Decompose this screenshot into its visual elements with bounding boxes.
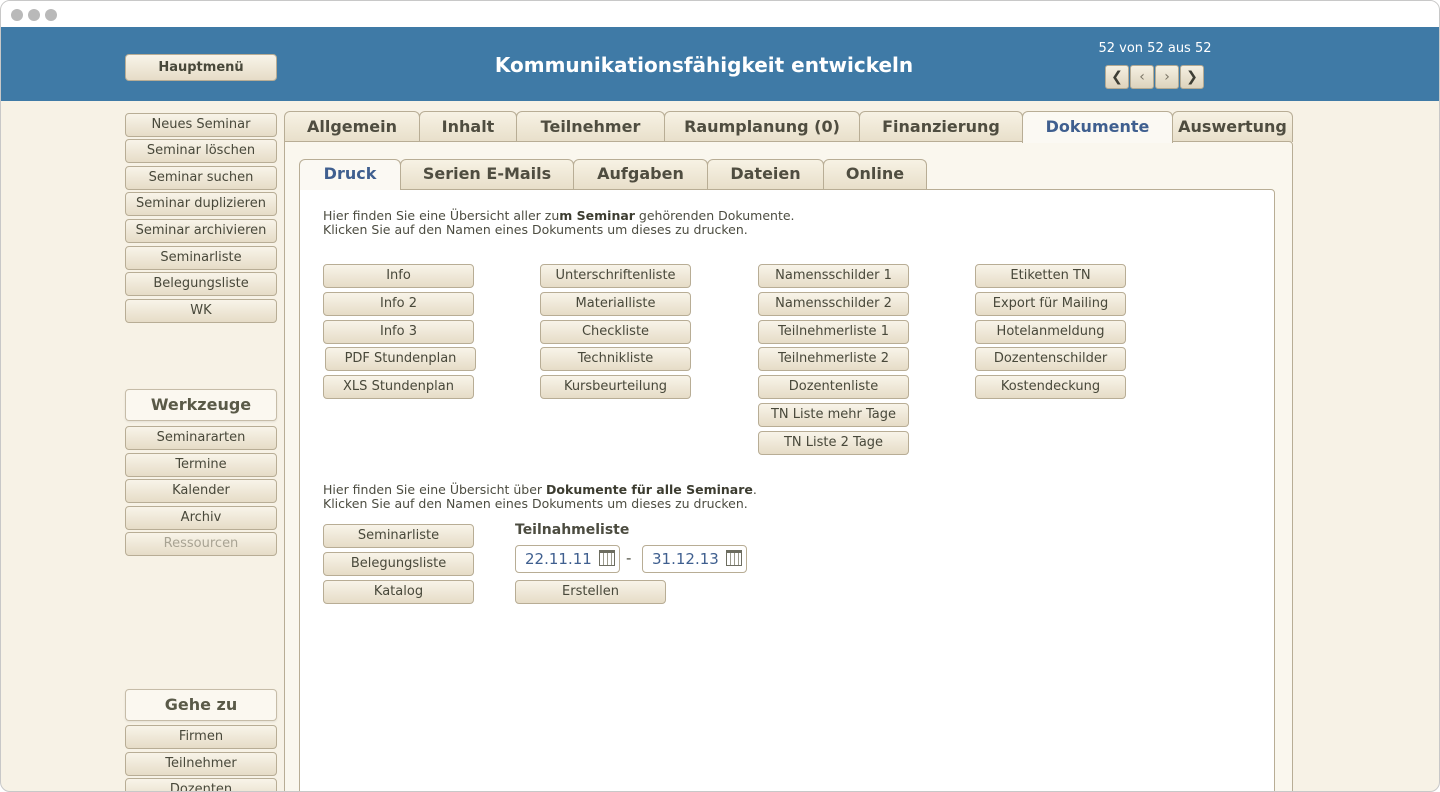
seminar-types-button[interactable]: Seminararten — [125, 426, 277, 450]
tools-heading: Werkzeuge — [125, 389, 277, 421]
last-record-icon[interactable]: ❯ — [1180, 65, 1204, 89]
delete-seminar-button[interactable]: Seminar löschen — [125, 139, 277, 163]
window-zoom-dot[interactable] — [45, 9, 57, 21]
doc-tn-list-multi-day-button[interactable]: TN Liste mehr Tage — [758, 403, 909, 427]
doc-course-evaluation-button[interactable]: Kursbeurteilung — [540, 375, 691, 399]
search-seminar-button[interactable]: Seminar suchen — [125, 166, 277, 190]
occupancy-list-button[interactable]: Belegungsliste — [125, 272, 277, 296]
date-from-field[interactable]: 22.11.11 — [515, 545, 620, 573]
calendar-icon[interactable] — [726, 550, 742, 566]
date-to-field[interactable]: 31.12.13 — [642, 545, 747, 573]
tab-inhalt[interactable]: Inhalt — [419, 111, 517, 142]
previous-record-icon[interactable]: ‹ — [1130, 65, 1154, 89]
all-seminar-list-button[interactable]: Seminarliste — [323, 524, 474, 548]
all-occupancy-list-button[interactable]: Belegungsliste — [323, 552, 474, 576]
window-close-dot[interactable] — [11, 9, 23, 21]
doc-info-button[interactable]: Info — [323, 264, 474, 288]
doc-hotel-registration-button[interactable]: Hotelanmeldung — [975, 320, 1126, 344]
doc-participant-list-2-button[interactable]: Teilnehmerliste 2 — [758, 347, 909, 371]
tab-finanzierung[interactable]: Finanzierung — [859, 111, 1023, 142]
participants-button[interactable]: Teilnehmer — [125, 752, 277, 776]
doc-labels-tn-button[interactable]: Etiketten TN — [975, 264, 1126, 288]
window-titlebar — [1, 1, 1439, 27]
duplicate-seminar-button[interactable]: Seminar duplizieren — [125, 192, 277, 216]
doc-pdf-schedule-button[interactable]: PDF Stundenplan — [325, 347, 476, 371]
tab-teilnehmer[interactable]: Teilnehmer — [516, 111, 665, 142]
intro-text-seminar: Hier finden Sie eine Übersicht aller zum… — [323, 208, 795, 237]
seminar-list-button[interactable]: Seminarliste — [125, 246, 277, 270]
tab-allgemein[interactable]: Allgemein — [284, 111, 420, 142]
doc-cost-coverage-button[interactable]: Kostendeckung — [975, 375, 1126, 399]
tab-raumplanung[interactable]: Raumplanung (0) — [664, 111, 860, 142]
archive-button[interactable]: Archiv — [125, 506, 277, 530]
subtab-druck[interactable]: Druck — [299, 159, 401, 190]
goto-heading: Gehe zu — [125, 689, 277, 721]
doc-checklist-button[interactable]: Checkliste — [540, 320, 691, 344]
doc-lecturer-list-button[interactable]: Dozentenliste — [758, 375, 909, 399]
catalog-button[interactable]: Katalog — [323, 580, 474, 604]
window-minimize-dot[interactable] — [28, 9, 40, 21]
doc-signature-list-button[interactable]: Unterschriftenliste — [540, 264, 691, 288]
wk-button[interactable]: WK — [125, 299, 277, 323]
first-record-icon[interactable]: ❮ — [1105, 65, 1129, 89]
doc-xls-schedule-button[interactable]: XLS Stundenplan — [323, 375, 474, 399]
doc-tech-list-button[interactable]: Technikliste — [540, 347, 691, 371]
archive-seminar-button[interactable]: Seminar archivieren — [125, 219, 277, 243]
page-title: Kommunikationsfähigkeit entwickeln — [494, 53, 914, 77]
doc-tn-list-2-days-button[interactable]: TN Liste 2 Tage — [758, 431, 909, 455]
record-counter: 52 von 52 aus 52 — [1098, 41, 1212, 56]
new-seminar-button[interactable]: Neues Seminar — [125, 113, 277, 137]
date-to-value[interactable]: 31.12.13 — [652, 550, 719, 568]
doc-material-list-button[interactable]: Materialliste — [540, 292, 691, 316]
subtab-online[interactable]: Online — [823, 159, 927, 189]
app-window: Hauptmenü Kommunikationsfähigkeit entwic… — [0, 0, 1440, 792]
doc-participant-list-1-button[interactable]: Teilnehmerliste 1 — [758, 320, 909, 344]
doc-lecturer-signs-button[interactable]: Dozentenschilder — [975, 347, 1126, 371]
subtab-dateien[interactable]: Dateien — [707, 159, 824, 189]
calendar-icon[interactable] — [599, 550, 615, 566]
lecturers-button[interactable]: Dozenten — [125, 778, 277, 791]
companies-button[interactable]: Firmen — [125, 725, 277, 749]
doc-info-2-button[interactable]: Info 2 — [323, 292, 474, 316]
doc-info-3-button[interactable]: Info 3 — [323, 320, 474, 344]
doc-name-tags-1-button[interactable]: Namensschilder 1 — [758, 264, 909, 288]
subtab-aufgaben[interactable]: Aufgaben — [573, 159, 708, 189]
main-menu-button[interactable]: Hauptmenü — [125, 54, 277, 81]
calendar-button[interactable]: Kalender — [125, 479, 277, 503]
tab-auswertung[interactable]: Auswertung — [1172, 111, 1293, 142]
subtab-serien-emails[interactable]: Serien E-Mails — [400, 159, 574, 189]
resources-button: Ressourcen — [125, 532, 277, 556]
doc-export-mailing-button[interactable]: Export für Mailing — [975, 292, 1126, 316]
create-button[interactable]: Erstellen — [515, 580, 666, 604]
tab-dokumente[interactable]: Dokumente — [1022, 111, 1173, 143]
date-from-value[interactable]: 22.11.11 — [525, 550, 592, 568]
participation-list-label: Teilnahmeliste — [515, 522, 630, 538]
intro-text-all-seminars: Hier finden Sie eine Übersicht über Doku… — [323, 482, 757, 511]
next-record-icon[interactable]: › — [1155, 65, 1179, 89]
date-range-separator: - — [626, 549, 632, 567]
dates-button[interactable]: Termine — [125, 453, 277, 477]
doc-name-tags-2-button[interactable]: Namensschilder 2 — [758, 292, 909, 316]
app-header: Hauptmenü Kommunikationsfähigkeit entwic… — [1, 27, 1439, 101]
